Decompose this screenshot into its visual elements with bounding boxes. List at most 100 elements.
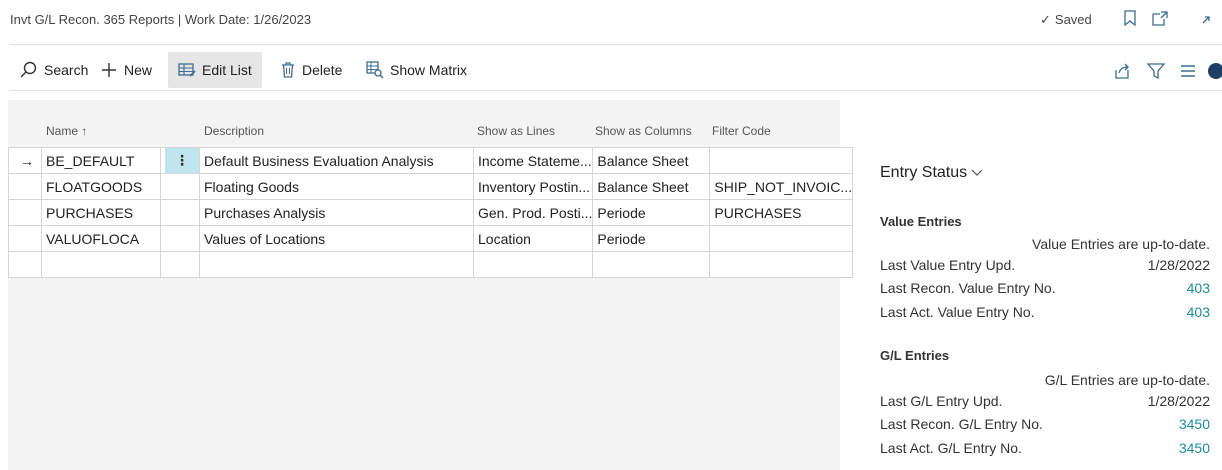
value-entries-heading: Value Entries bbox=[880, 214, 962, 229]
cell-name[interactable]: VALUOFLOCA bbox=[41, 225, 161, 252]
divider bbox=[10, 90, 1222, 91]
cell-description[interactable]: Purchases Analysis bbox=[199, 199, 474, 226]
open-new-window-icon[interactable] bbox=[1150, 8, 1170, 28]
cell-description[interactable]: Default Business Evaluation Analysis bbox=[199, 147, 474, 174]
expand-icon[interactable] bbox=[1196, 8, 1216, 28]
filter-icon[interactable] bbox=[1146, 61, 1166, 81]
title-bar: Invt G/L Recon. 365 Reports | Work Date:… bbox=[0, 0, 1222, 44]
edit-list-label: Edit List bbox=[202, 62, 252, 78]
field-value: 1/28/2022 bbox=[1147, 257, 1210, 273]
factbox-title-label: Entry Status bbox=[880, 164, 968, 181]
gl-recon-row: Last Recon. G/L Entry No. 3450 bbox=[880, 416, 1210, 436]
cell-name[interactable]: PURCHASES bbox=[41, 199, 161, 226]
cell-name[interactable]: BE_DEFAULT bbox=[41, 147, 161, 174]
cell-show-as-lines[interactable]: Location bbox=[472, 225, 594, 252]
field-label: Last Recon. Value Entry No. bbox=[880, 280, 1056, 296]
field-label: Last G/L Entry Upd. bbox=[880, 393, 1003, 409]
value-act-row: Last Act. Value Entry No. 403 bbox=[880, 304, 1210, 324]
cell-filter-code[interactable] bbox=[709, 147, 854, 174]
checkmark-icon: ✓ bbox=[1040, 12, 1051, 27]
field-value-link[interactable]: 3450 bbox=[1179, 416, 1210, 432]
field-value-link[interactable]: 3450 bbox=[1179, 440, 1210, 456]
table-row[interactable]: → BE_DEFAULT ⋮ Default Business Evaluati… bbox=[8, 147, 854, 174]
chevron-down-icon bbox=[971, 164, 983, 182]
field-value-link[interactable]: 403 bbox=[1187, 280, 1210, 296]
row-menu-cell[interactable] bbox=[160, 173, 200, 200]
field-label: Last Act. G/L Entry No. bbox=[880, 440, 1022, 456]
column-header-name[interactable]: Name ↑ bbox=[46, 124, 87, 138]
table-row[interactable]: PURCHASES Purchases Analysis Gen. Prod. … bbox=[8, 199, 854, 226]
value-entries-status: Value Entries are up-to-date. bbox=[1032, 236, 1210, 252]
row-selector[interactable] bbox=[8, 225, 42, 252]
field-label: Last Value Entry Upd. bbox=[880, 257, 1016, 273]
matrix-search-icon bbox=[366, 61, 384, 79]
value-recon-row: Last Recon. Value Entry No. 403 bbox=[880, 280, 1210, 300]
page-title: Invt G/L Recon. 365 Reports | Work Date:… bbox=[10, 12, 312, 27]
new-button[interactable]: New bbox=[100, 52, 152, 88]
analysis-views-table: → BE_DEFAULT ⋮ Default Business Evaluati… bbox=[8, 147, 854, 278]
field-value-link[interactable]: 403 bbox=[1187, 304, 1210, 320]
row-menu-cell[interactable] bbox=[160, 225, 200, 252]
saved-status: ✓ Saved bbox=[1040, 12, 1092, 28]
show-matrix-button[interactable]: Show Matrix bbox=[366, 52, 467, 88]
cell-name[interactable]: FLOATGOODS bbox=[41, 173, 161, 200]
cell-name[interactable] bbox=[41, 251, 161, 278]
edit-list-icon bbox=[178, 63, 196, 77]
saved-label: Saved bbox=[1054, 12, 1092, 27]
cell-description[interactable]: Values of Locations bbox=[199, 225, 474, 252]
table-row-new[interactable] bbox=[8, 251, 854, 278]
cell-filter-code[interactable] bbox=[709, 251, 854, 278]
cell-show-as-lines[interactable] bbox=[472, 251, 594, 278]
cell-show-as-columns[interactable]: Balance Sheet bbox=[592, 173, 711, 200]
cell-filter-code[interactable] bbox=[709, 225, 854, 252]
cell-description[interactable]: Floating Goods bbox=[199, 173, 474, 200]
cell-show-as-lines[interactable]: Gen. Prod. Posti... bbox=[472, 199, 594, 226]
field-label: Last Recon. G/L Entry No. bbox=[880, 416, 1043, 432]
cell-show-as-columns[interactable]: Balance Sheet bbox=[592, 147, 711, 174]
share-icon[interactable] bbox=[1112, 61, 1132, 81]
row-selector[interactable] bbox=[8, 199, 42, 226]
factbox-title[interactable]: Entry Status bbox=[880, 164, 983, 182]
cell-show-as-columns[interactable] bbox=[592, 251, 711, 278]
delete-button[interactable]: Delete bbox=[280, 52, 342, 88]
gl-entry-upd-row: Last G/L Entry Upd. 1/28/2022 bbox=[880, 393, 1210, 413]
table-row[interactable]: FLOATGOODS Floating Goods Inventory Post… bbox=[8, 173, 854, 200]
row-menu-cell[interactable]: ⋮ bbox=[160, 147, 200, 174]
row-menu-cell[interactable] bbox=[160, 199, 200, 226]
field-label: Last Act. Value Entry No. bbox=[880, 304, 1035, 320]
row-selector[interactable] bbox=[8, 251, 42, 278]
column-header-show-as-columns[interactable]: Show as Columns bbox=[595, 124, 692, 138]
bookmark-icon[interactable] bbox=[1120, 8, 1140, 28]
search-button[interactable]: Search bbox=[20, 52, 88, 88]
column-header-filter-code[interactable]: Filter Code bbox=[712, 124, 771, 138]
cell-show-as-lines[interactable]: Income Stateme... bbox=[472, 147, 594, 174]
search-label: Search bbox=[44, 62, 89, 78]
cell-show-as-lines[interactable]: Inventory Postin... bbox=[472, 173, 594, 200]
divider bbox=[10, 44, 1222, 45]
value-entry-upd-row: Last Value Entry Upd. 1/28/2022 bbox=[880, 257, 1210, 277]
search-icon bbox=[20, 61, 37, 78]
cell-show-as-columns[interactable]: Periode bbox=[592, 199, 711, 226]
list-view-icon[interactable] bbox=[1178, 61, 1198, 81]
cell-filter-code[interactable]: SHIP_NOT_INVOIC... bbox=[709, 173, 854, 200]
edit-list-button[interactable]: Edit List bbox=[168, 52, 262, 88]
more-options-icon[interactable]: ⋮ bbox=[165, 148, 199, 173]
new-label: New bbox=[124, 62, 153, 78]
info-icon[interactable] bbox=[1206, 61, 1222, 81]
table-row[interactable]: VALUOFLOCA Values of Locations Location … bbox=[8, 225, 854, 252]
delete-label: Delete bbox=[302, 62, 343, 78]
row-selector[interactable] bbox=[8, 173, 42, 200]
plus-icon bbox=[102, 63, 116, 77]
show-matrix-label: Show Matrix bbox=[390, 62, 468, 78]
cell-show-as-columns[interactable]: Periode bbox=[592, 225, 711, 252]
row-selected-arrow-icon: → bbox=[8, 147, 42, 174]
column-header-description[interactable]: Description bbox=[204, 124, 264, 138]
cell-description[interactable] bbox=[199, 251, 474, 278]
row-menu-cell[interactable] bbox=[160, 251, 200, 278]
gl-entries-status: G/L Entries are up-to-date. bbox=[1044, 372, 1210, 388]
action-bar: Search New Edit List Delete Show Matrix bbox=[0, 52, 1222, 90]
trash-icon bbox=[282, 62, 294, 78]
cell-filter-code[interactable]: PURCHASES bbox=[709, 199, 854, 226]
column-header-show-as-lines[interactable]: Show as Lines bbox=[477, 124, 555, 138]
gl-entries-heading: G/L Entries bbox=[880, 348, 950, 363]
